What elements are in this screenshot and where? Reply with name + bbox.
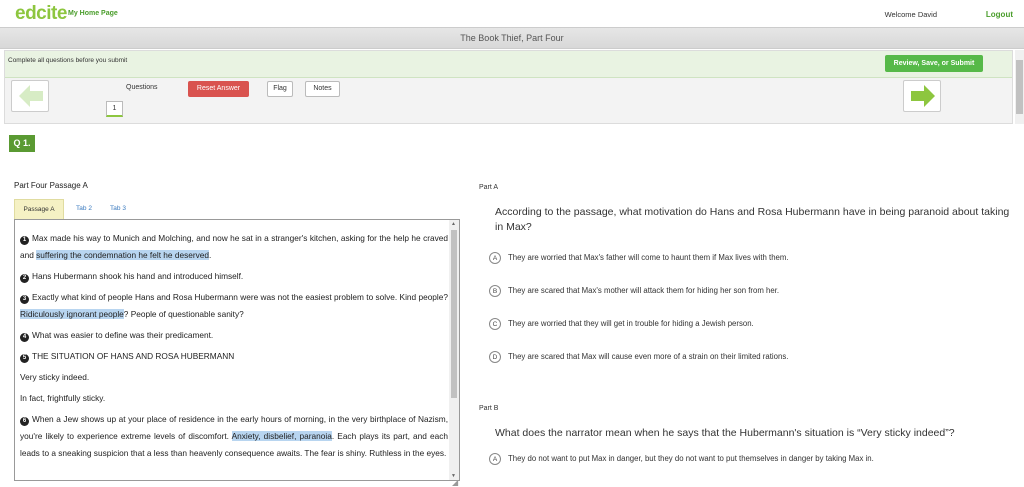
my-home-page-link[interactable]: My Home Page	[68, 10, 118, 17]
passage-title: Part Four Passage A	[14, 181, 88, 190]
paragraph-number-icon: 6	[20, 417, 29, 426]
paragraph-number-icon: 5	[20, 354, 29, 363]
paragraph-text: Hans Hubermann shook his hand and introd…	[32, 271, 244, 281]
passage-paragraph: 5 THE SITUATION OF HANS AND ROSA HUBERMAN…	[20, 348, 448, 365]
questions-label: Questions	[126, 84, 158, 91]
option-text[interactable]: They are worried that Max's father will …	[508, 253, 789, 262]
paragraph-number-icon: 4	[20, 333, 29, 342]
option-letter[interactable]: A	[489, 252, 501, 264]
top-bar: edcite My Home Page Welcome David Logout	[0, 0, 1024, 27]
page-scrollbar[interactable]	[1015, 50, 1024, 124]
paragraph-text: THE SITUATION OF HANS AND ROSA HUBERMANN	[32, 351, 235, 361]
assignment-title: The Book Thief, Part Four	[0, 27, 1024, 49]
flag-button[interactable]: Flag	[267, 81, 293, 97]
passage-paragraph: In fact, frightfully sticky.	[20, 390, 448, 407]
page-scrollbar-thumb[interactable]	[1016, 60, 1023, 114]
paragraph-number-icon: 3	[20, 295, 29, 304]
option-text[interactable]: They are scared that Max's mother will a…	[508, 286, 779, 295]
welcome-text: Welcome David	[884, 10, 937, 19]
option-letter[interactable]: C	[489, 318, 501, 330]
tab-2[interactable]: Tab 2	[70, 199, 98, 219]
passage-paragraph: 2 Hans Hubermann shook his hand and intro…	[20, 268, 448, 285]
edcite-logo[interactable]: edcite	[15, 3, 67, 25]
reset-answer-button[interactable]: Reset Answer	[188, 81, 249, 97]
option-letter[interactable]: D	[489, 351, 501, 363]
previous-question-button[interactable]	[11, 80, 49, 112]
tab-3[interactable]: Tab 3	[104, 199, 132, 219]
part-b-label: Part B	[479, 405, 499, 412]
review-save-submit-button[interactable]: Review, Save, or Submit	[885, 55, 983, 72]
question-nav-panel: Complete all questions before you submit…	[4, 50, 1013, 124]
passage-paragraph: 6 When a Jew shows up at your place of re…	[20, 411, 448, 462]
paragraph-text: ? People of questionable sanity?	[123, 309, 244, 319]
paragraph-text: Exactly what kind of people Hans and Ros…	[32, 292, 448, 302]
resize-handle-icon[interactable]: ◢	[452, 478, 458, 487]
part-b-question: What does the narrator mean when he says…	[495, 427, 955, 439]
logout-link[interactable]: Logout	[986, 10, 1013, 19]
question-number-1[interactable]: 1	[106, 101, 123, 117]
option-letter[interactable]: A	[489, 453, 501, 465]
next-question-button[interactable]	[903, 80, 941, 112]
complete-message: Complete all questions before you submit	[8, 57, 128, 64]
scroll-up-icon[interactable]: ▲	[451, 221, 456, 227]
paragraph-number-icon: 1	[20, 236, 29, 245]
part-a-question: According to the passage, what motivatio…	[495, 206, 1010, 233]
passage-scrollbar[interactable]: ▲ ▼	[449, 220, 459, 480]
question-badge: Q 1.	[9, 135, 35, 152]
highlighted-text: Ridiculously ignorant people	[20, 309, 124, 319]
paragraph-text: Very sticky indeed.	[20, 372, 90, 382]
paragraph-text: In fact, frightfully sticky.	[20, 393, 106, 403]
option-text[interactable]: They are worried that they will get in t…	[508, 319, 754, 328]
arrow-left-icon	[19, 85, 43, 107]
highlighted-text: Anxiety, disbelief, paranoia	[231, 431, 332, 441]
passage-paragraph: 4 What was easier to define was their pre…	[20, 327, 448, 344]
passage-content: 1 Max made his way to Munich and Molching…	[20, 230, 448, 466]
option-letter[interactable]: B	[489, 285, 501, 297]
passage-paragraph: 3 Exactly what kind of people Hans and Ro…	[20, 289, 448, 323]
passage-paragraph: Very sticky indeed.	[20, 369, 448, 386]
paragraph-text: .	[208, 250, 212, 260]
arrow-right-icon	[911, 85, 935, 107]
tab-passage-a[interactable]: Passage A	[14, 199, 64, 219]
passage-text-box[interactable]: 1 Max made his way to Munich and Molching…	[14, 219, 460, 481]
option-text[interactable]: They do not want to put Max in danger, b…	[508, 454, 874, 463]
submit-strip: Complete all questions before you submit…	[5, 51, 1012, 78]
highlighted-text: suffering the condemnation he felt he de…	[36, 250, 209, 260]
part-a-label: Part A	[479, 184, 499, 191]
passage-scrollbar-thumb[interactable]	[451, 230, 457, 398]
paragraph-number-icon: 2	[20, 274, 29, 283]
notes-button[interactable]: Notes	[305, 81, 340, 97]
option-text[interactable]: They are scared that Max will cause even…	[508, 352, 788, 361]
passage-paragraph: 1 Max made his way to Munich and Molching…	[20, 230, 448, 264]
paragraph-text: What was easier to define was their pred…	[32, 330, 214, 340]
